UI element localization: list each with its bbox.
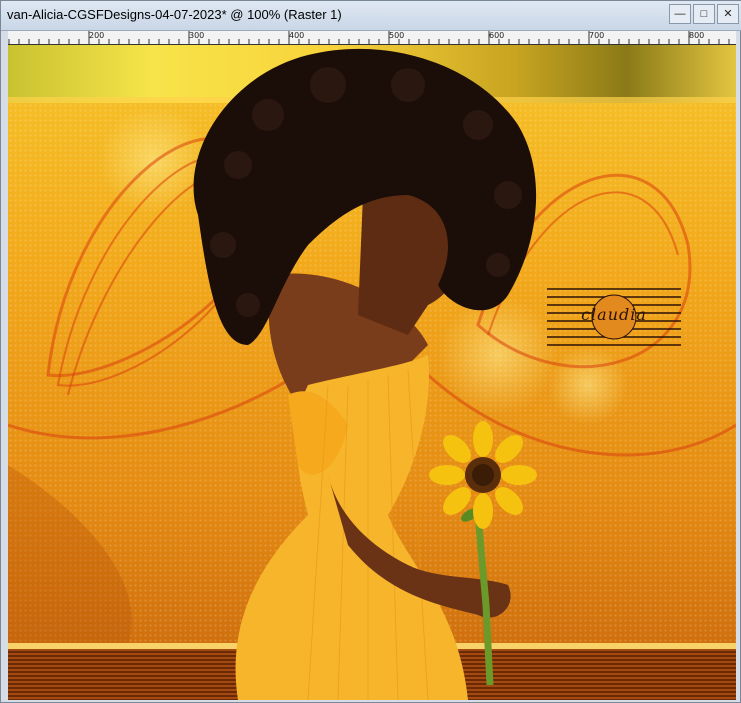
ruler-label-300: 300 — [189, 31, 205, 40]
ruler-label-400: 400 — [289, 31, 305, 40]
ruler-ticks — [8, 31, 730, 44]
ruler-label-600: 600 — [489, 31, 505, 40]
close-button[interactable]: ✕ — [717, 4, 739, 24]
image-canvas[interactable]: claudia — [8, 45, 736, 700]
minimize-button[interactable]: — — [669, 4, 691, 24]
watermark-text: claudia — [581, 305, 647, 324]
window-title: van-Alicia-CGSFDesigns-04-07-2023* @ 100… — [7, 7, 342, 22]
ruler-label-200: 200 — [89, 31, 105, 40]
image-document-window: van-Alicia-CGSFDesigns-04-07-2023* @ 100… — [0, 0, 741, 703]
ruler-label-800: 800 — [689, 31, 705, 40]
artist-watermark: claudia — [547, 285, 681, 348]
sunflower — [429, 421, 537, 529]
maximize-button[interactable]: □ — [693, 4, 715, 24]
ruler-label-700: 700 — [589, 31, 605, 40]
ruler-label-500: 500 — [389, 31, 405, 40]
window-controls: — □ ✕ — [669, 4, 739, 24]
title-bar[interactable]: van-Alicia-CGSFDesigns-04-07-2023* @ 100… — [1, 1, 741, 31]
horizontal-ruler: 200 300 400 500 600 700 800 — [8, 31, 736, 45]
